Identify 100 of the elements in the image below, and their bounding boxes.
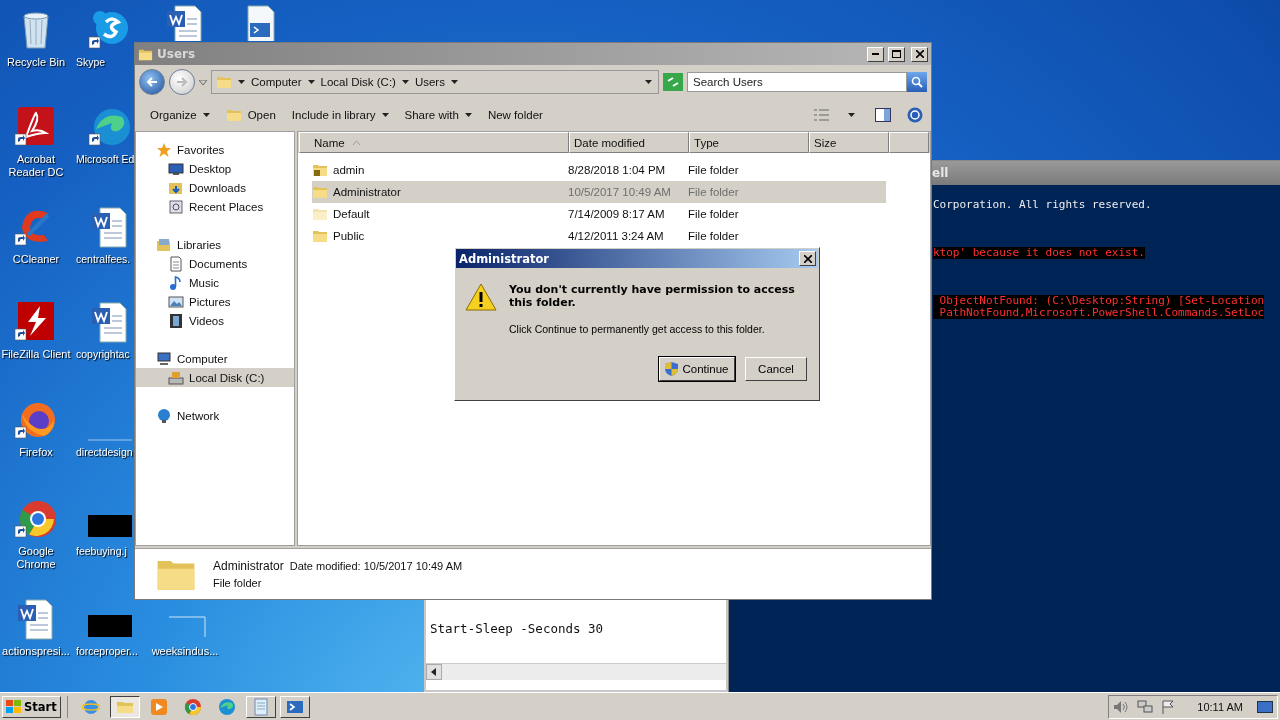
navigation-item[interactable]: Libraries: [136, 235, 294, 254]
search-button[interactable]: [907, 72, 927, 92]
navigation-item[interactable]: Documents: [136, 254, 294, 273]
folder-icon: [216, 74, 232, 90]
horizontal-scrollbar[interactable]: [426, 663, 726, 680]
file-row[interactable]: admin 8/28/2018 1:04 PM File folder: [312, 159, 886, 181]
file-row[interactable]: Administrator 10/5/2017 10:49 AM File folder: [312, 181, 886, 203]
toolbar-button[interactable]: Open: [218, 104, 283, 126]
date-cell-text: 8/28/2018 1:04 PM: [568, 164, 667, 176]
toolbar-button[interactable]: Organize: [143, 106, 217, 124]
file-name: Default: [312, 206, 568, 222]
navigation-item[interactable]: Network: [136, 406, 294, 425]
back-button[interactable]: [139, 69, 165, 95]
refresh-icon[interactable]: [663, 73, 683, 91]
start-button[interactable]: Start: [2, 695, 61, 718]
column-header[interactable]: Type: [689, 132, 809, 153]
search-field[interactable]: Search Users: [687, 72, 907, 92]
desktop-icon-label[interactable]: centralfees.: [76, 253, 131, 266]
navigation-item[interactable]: Favorites: [136, 140, 294, 159]
document-icon: [168, 255, 184, 272]
flag-icon[interactable]: [1161, 699, 1176, 714]
forward-button[interactable]: [169, 69, 195, 95]
breadcrumb-item[interactable]: Computer: [238, 76, 302, 88]
desktop-icon-label[interactable]: Skype: [76, 56, 106, 69]
navigation-item[interactable]: Desktop: [136, 159, 294, 178]
breadcrumb-item[interactable]: Local Disk (C:): [307, 76, 396, 88]
caret-icon: [848, 113, 855, 117]
desktop-icon-label[interactable]: feebuying.j: [76, 545, 127, 558]
maximize-button[interactable]: [888, 46, 905, 62]
close-icon: [915, 50, 924, 58]
desktop-icon-label[interactable]: FileZilla Client: [1, 348, 71, 361]
caret-icon: [381, 113, 389, 117]
toolbar-button[interactable]: Include in library: [284, 106, 396, 124]
toolbar-button[interactable]: New folder: [480, 106, 550, 124]
address-bar[interactable]: Computer Local Disk (C:) Users: [211, 70, 659, 94]
scroll-left-icon[interactable]: [431, 668, 437, 676]
shield-icon: [665, 362, 679, 376]
dialog-button[interactable]: Continue: [659, 357, 735, 381]
drive-icon: [168, 369, 184, 386]
code-line: Start-Sleep -Seconds 30: [430, 621, 604, 636]
circle-logo-icon: [183, 697, 202, 716]
file-row[interactable]: Default 7/14/2009 8:17 AM File folder: [312, 203, 886, 225]
desktop-icon-label[interactable]: Recycle Bin: [6, 56, 66, 69]
column-header[interactable]: Date modified: [569, 132, 689, 153]
dialog-button[interactable]: Cancel: [745, 357, 807, 381]
file-row[interactable]: Public 4/12/2011 3:24 AM File folder: [312, 225, 886, 247]
desktop-icon-label[interactable]: forceproper...: [76, 645, 138, 658]
close-button[interactable]: [799, 251, 816, 266]
taskbar-button[interactable]: [109, 695, 140, 718]
music-note-icon: [168, 274, 184, 291]
navigation-item[interactable]: Music: [136, 273, 294, 292]
close-button[interactable]: [911, 46, 928, 62]
open-folder-icon: [225, 107, 242, 123]
speaker-icon[interactable]: [1113, 699, 1130, 714]
clock[interactable]: 10:11 AM: [1197, 700, 1243, 713]
desktop-icon-label[interactable]: Google Chrome: [1, 545, 71, 571]
preview-pane-icon[interactable]: [875, 108, 891, 122]
locked-folder-icon: [312, 162, 328, 178]
desktop-icon-label[interactable]: Microsoft Ed: [76, 153, 135, 166]
minimize-icon: [872, 53, 879, 55]
navigation-item[interactable]: Downloads: [136, 178, 294, 197]
desktop-icon-label[interactable]: Acrobat Reader DC: [1, 153, 71, 179]
file-name: admin: [312, 162, 568, 178]
date-cell-text: 4/12/2011 3:24 AM: [568, 230, 665, 242]
desktop-icon-label[interactable]: CCleaner: [12, 253, 60, 266]
breadcrumb-item[interactable]: Users: [401, 76, 445, 88]
desktop-icon-label[interactable]: directdesign: [76, 446, 133, 459]
computer-icon: [156, 350, 172, 367]
navigation-item[interactable]: Recent Places: [136, 197, 294, 216]
caret-icon: [645, 80, 652, 84]
toolbar-button[interactable]: Share with: [397, 106, 479, 124]
caret-icon: [450, 80, 458, 84]
item-name: Administrator: [213, 559, 284, 573]
wave-icon: [217, 697, 236, 716]
column-header[interactable]: Name: [299, 132, 569, 153]
desktop-icon-label[interactable]: actionspresi...: [2, 645, 70, 658]
forward-arrow-icon: [176, 77, 188, 87]
navigation-item[interactable]: Videos: [136, 311, 294, 330]
network-icon[interactable]: [1137, 699, 1154, 714]
caret-icon: [464, 113, 472, 117]
date-cell-text: 10/5/2017 10:49 AM: [568, 186, 672, 198]
date-cell-text: 7/14/2009 8:17 AM: [568, 208, 666, 220]
navigation-item[interactable]: Computer: [136, 349, 294, 368]
column-header[interactable]: Size: [809, 132, 889, 153]
navigation-item[interactable]: Pictures: [136, 292, 294, 311]
navigation-item[interactable]: Local Disk (C:): [136, 368, 294, 387]
dialog-title: Administrator: [459, 251, 550, 266]
help-icon[interactable]: [907, 107, 923, 123]
caret-icon: [202, 113, 210, 117]
notepad-icon: [251, 697, 270, 716]
folder-icon: [312, 184, 328, 200]
history-caret-icon[interactable]: [199, 79, 207, 85]
desktop-icon-label[interactable]: Firefox: [19, 446, 53, 459]
library-icon: [156, 236, 172, 253]
monitor-icon: [168, 160, 184, 177]
console-line: Corporation. All rights reserved.: [933, 199, 1152, 211]
type-cell-text: File folder: [688, 230, 740, 242]
desktop-icon-label[interactable]: copyrightac: [76, 348, 130, 361]
show-desktop-icon[interactable]: [1257, 699, 1273, 714]
minimize-button[interactable]: [867, 46, 884, 62]
